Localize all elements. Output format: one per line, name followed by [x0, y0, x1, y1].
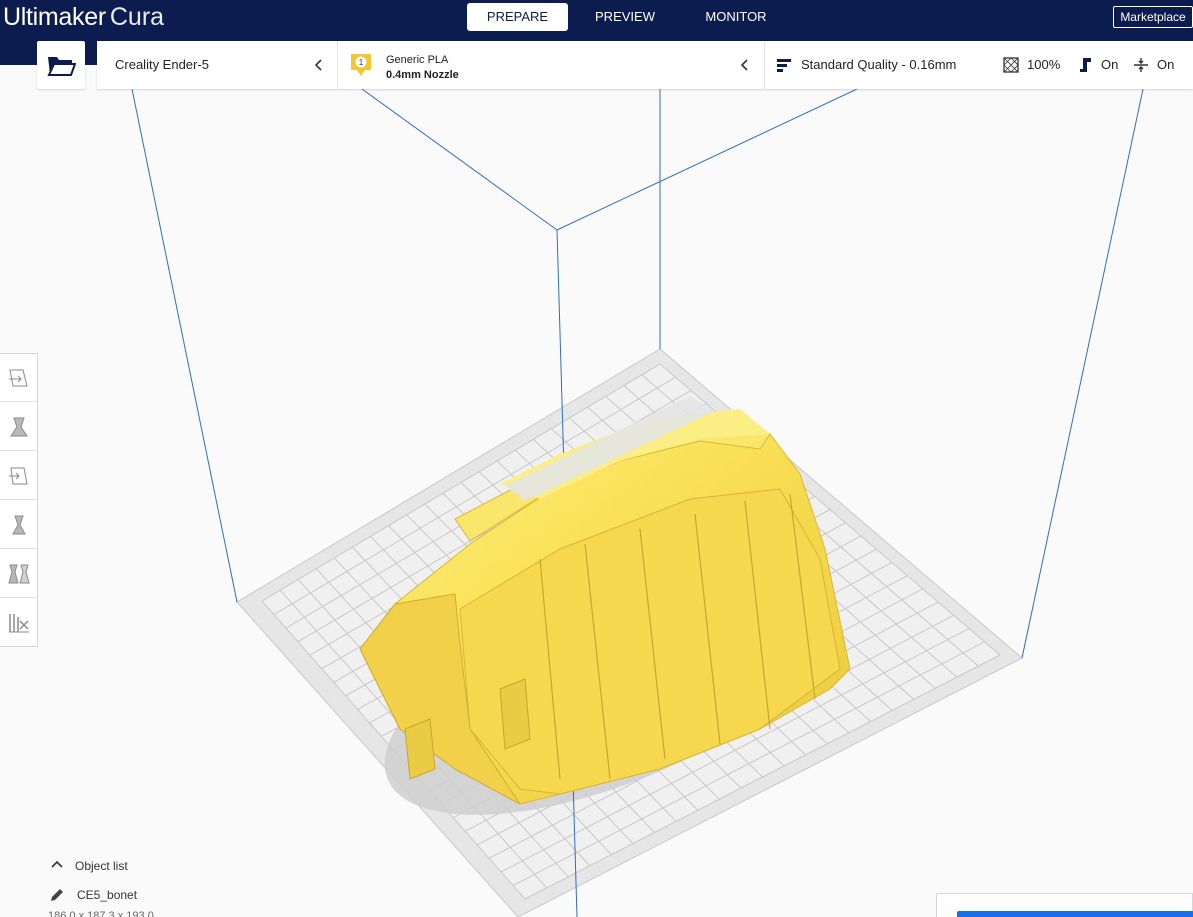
printer-name: Creality Ender-5 [115, 57, 209, 72]
tab-preview[interactable]: PREVIEW [568, 3, 682, 31]
logo-product: Cura [109, 3, 165, 31]
settings-bar: Creality Ender-5 1 Generic PLA 0.4mm Noz… [97, 41, 1193, 89]
support-icon [1080, 58, 1091, 72]
infill-value: 100% [1027, 57, 1061, 72]
chevron-left-icon [740, 59, 748, 71]
support-blocker-icon [8, 614, 29, 633]
quality-icon [777, 59, 791, 72]
app-logo: Ultimaker Cura [3, 2, 164, 32]
quality-label: Standard Quality - 0.16mm [801, 57, 957, 72]
tool-mirror[interactable] [0, 501, 37, 549]
logo-brand: Ultimaker [3, 3, 106, 31]
tab-prepare[interactable]: PREPARE [467, 3, 568, 31]
chevron-up-icon [51, 860, 63, 868]
scale-icon [9, 417, 28, 436]
material-name: Generic PLA [386, 54, 449, 66]
printer-selector[interactable]: Creality Ender-5 [97, 41, 338, 89]
mirror-icon [11, 515, 26, 534]
chevron-left-icon [314, 59, 322, 71]
pencil-icon [51, 889, 63, 901]
object-list-label: Object list [75, 859, 128, 873]
open-file-button[interactable] [37, 41, 85, 89]
object-dimensions: 186.0 x 187.3 x 193.0 [48, 910, 154, 917]
move-icon [8, 369, 28, 386]
per-model-settings-icon [7, 564, 30, 583]
object-name: CE5_bonet [77, 888, 138, 902]
slice-button[interactable] [957, 911, 1193, 917]
build-volume-view [131, 89, 1144, 917]
marketplace-button[interactable]: Marketplace [1113, 6, 1193, 28]
adhesion-value: On [1157, 57, 1175, 72]
adhesion-icon [1134, 58, 1148, 72]
action-panel [936, 893, 1193, 917]
3d-viewport[interactable] [0, 89, 1193, 917]
material-selector[interactable]: 1 Generic PLA 0.4mm Nozzle [338, 41, 765, 89]
tool-per-model-settings[interactable] [0, 550, 37, 598]
tab-monitor[interactable]: MONITOR [682, 3, 790, 31]
extruder-icon: 1 [351, 54, 371, 76]
support-value: On [1101, 57, 1119, 72]
tool-support-blocker[interactable] [0, 599, 37, 647]
nozzle-name: 0.4mm Nozzle [386, 69, 459, 81]
tool-scale[interactable] [0, 403, 37, 451]
tool-rotate[interactable] [0, 452, 37, 500]
extruder-number: 1 [359, 58, 364, 67]
folder-icon [47, 57, 76, 76]
stage-tabs: PREPARE PREVIEW MONITOR [467, 3, 790, 31]
infill-icon [1003, 57, 1019, 73]
cura-window: Ultimaker Cura PREPARE PREVIEW MONITOR Ma… [0, 0, 1193, 917]
tool-move[interactable] [0, 354, 37, 402]
rotate-icon [8, 467, 28, 484]
print-settings-selector[interactable]: Standard Quality - 0.16mm 100% On On [765, 41, 1193, 89]
tool-strip [0, 353, 38, 647]
